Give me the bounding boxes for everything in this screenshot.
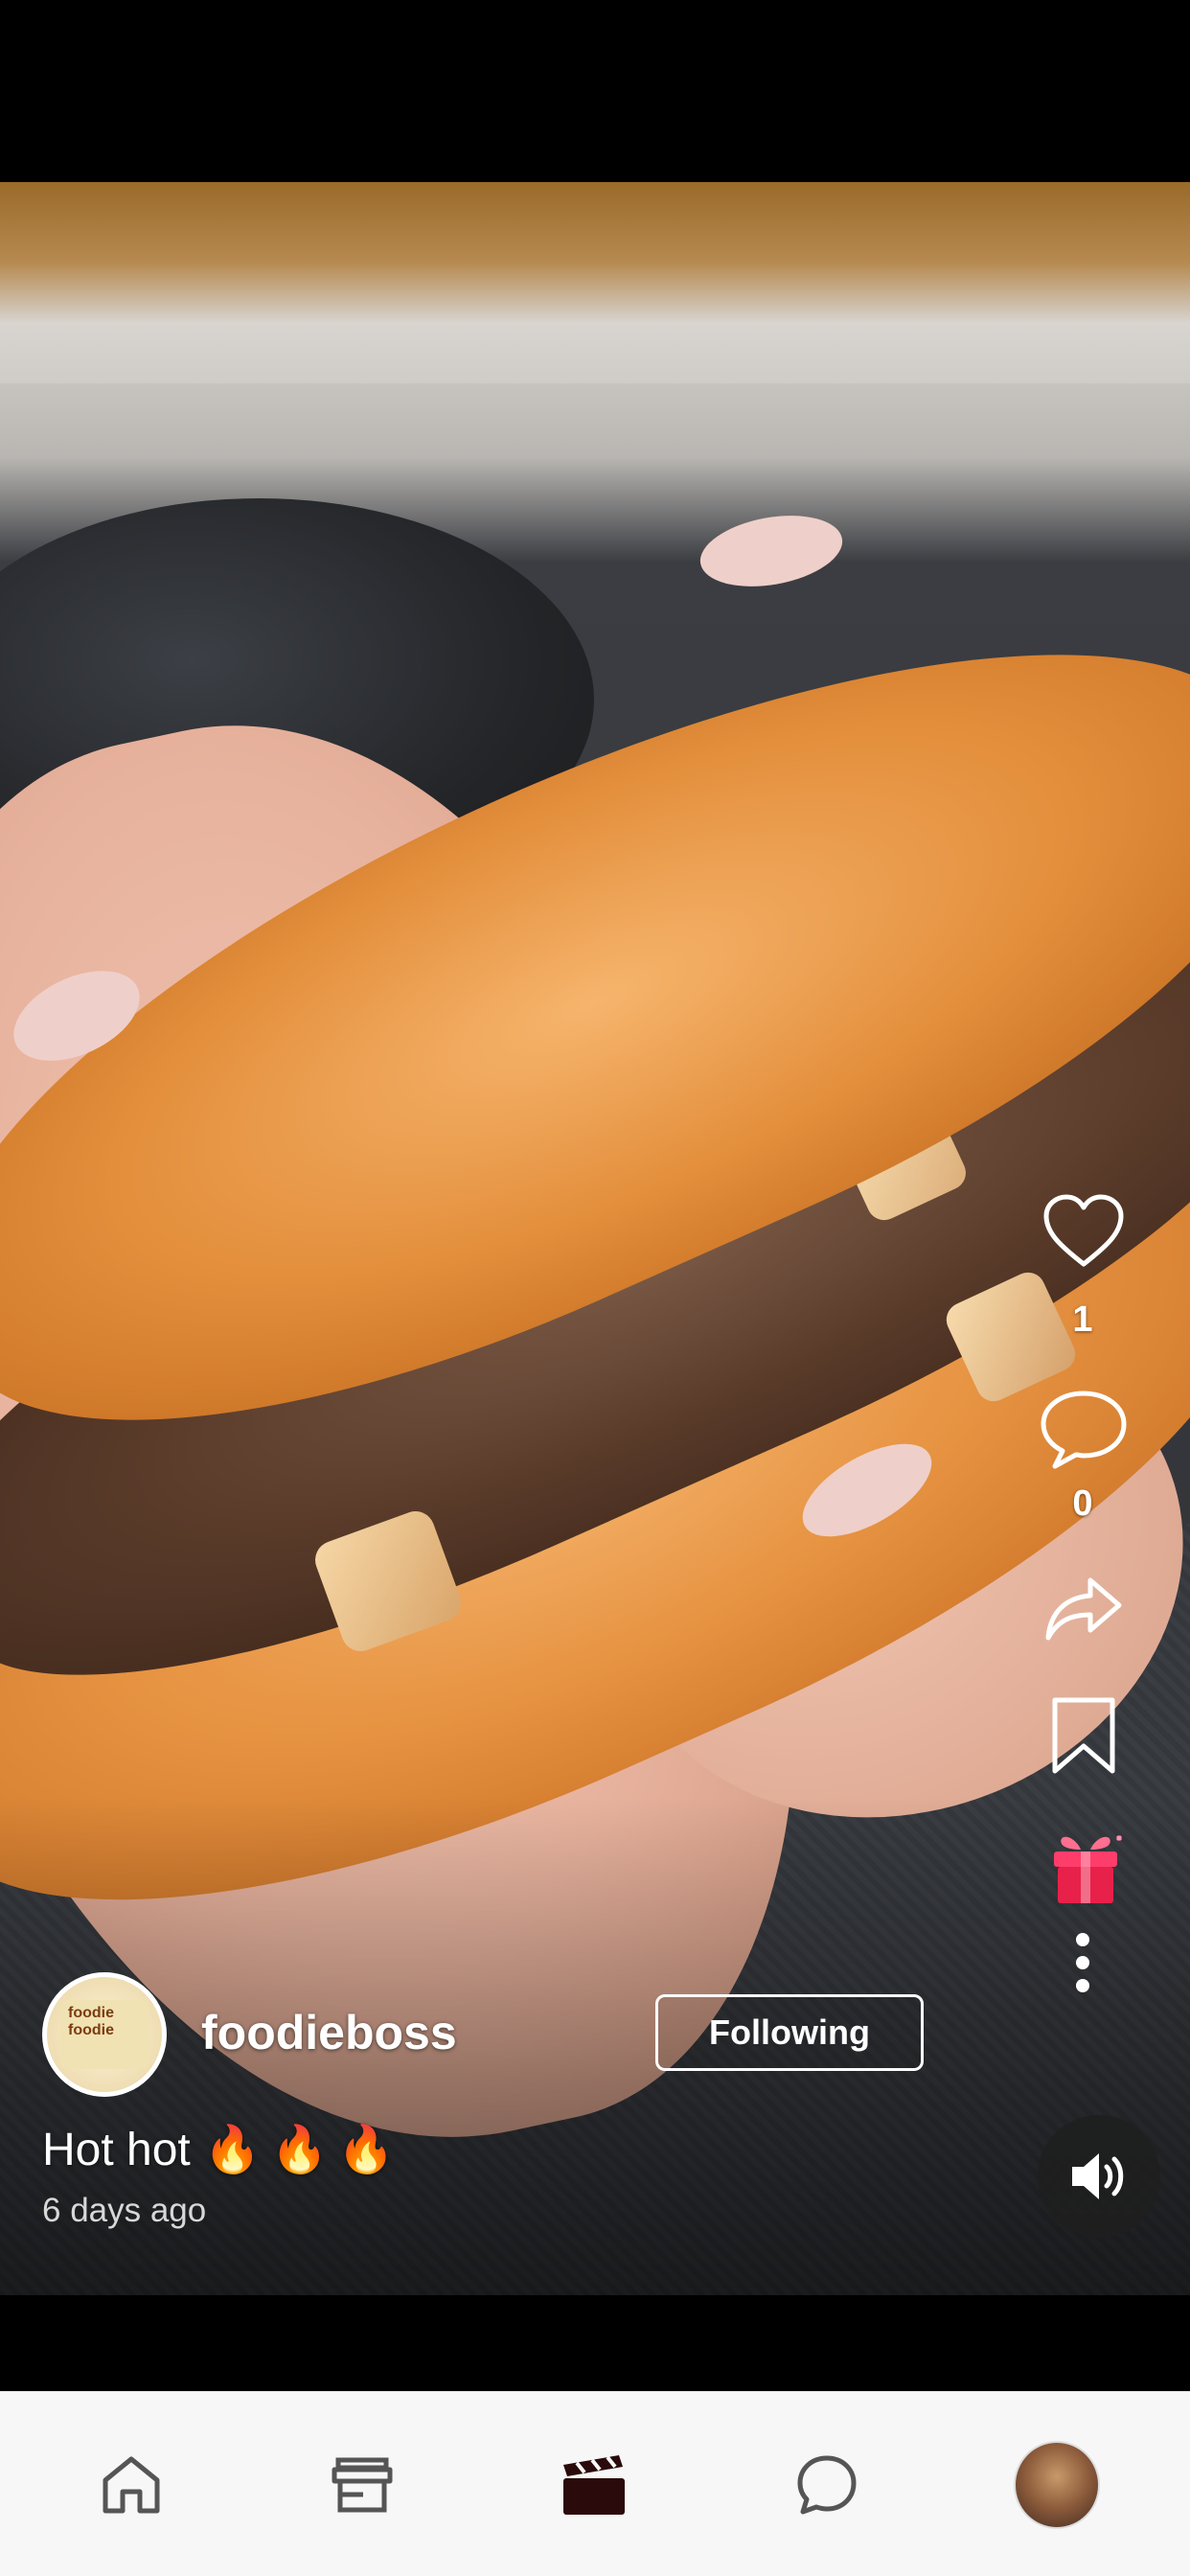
share-button[interactable]: [1044, 1576, 1123, 1644]
store-icon: [332, 2457, 393, 2513]
bookmark-button[interactable]: [1049, 1696, 1118, 1775]
comment-button[interactable]: [1038, 1388, 1130, 1470]
author-username[interactable]: foodieboss: [201, 2005, 457, 2060]
video-player[interactable]: [0, 182, 1190, 2295]
caption-emoji: 🔥🔥🔥: [203, 2125, 405, 2175]
avatar-logo-text: foodie: [68, 2022, 114, 2038]
like-count: 1: [1072, 1300, 1093, 1340]
bookmark-icon: [1052, 1697, 1115, 1774]
like-button[interactable]: [1042, 1193, 1125, 1270]
nav-video[interactable]: [551, 2442, 637, 2528]
post-timestamp: 6 days ago: [42, 2192, 207, 2229]
post-caption: Hot hot 🔥🔥🔥: [42, 2122, 404, 2176]
screen: 1 0 foodie foodie foodieboss Following H…: [0, 0, 1190, 2576]
nav-store[interactable]: [319, 2442, 405, 2528]
gift-icon: [1054, 1834, 1123, 1903]
video-background: [0, 182, 1190, 383]
heart-icon: [1043, 1194, 1124, 1267]
home-icon: [103, 2456, 160, 2514]
profile-avatar: [1014, 2441, 1100, 2529]
video-fingernail: [695, 505, 848, 597]
nav-chat[interactable]: [784, 2442, 870, 2528]
bottom-nav: [0, 2391, 1190, 2576]
following-button[interactable]: Following: [655, 1994, 924, 2071]
comment-count: 0: [1072, 1484, 1093, 1524]
video-icon: [563, 2455, 625, 2515]
volume-button[interactable]: [1038, 2115, 1160, 2238]
more-icon: [1076, 1933, 1089, 1992]
avatar-logo-text: foodie: [68, 2005, 114, 2021]
chat-icon: [797, 2455, 857, 2515]
caption-text: Hot hot: [42, 2125, 191, 2175]
more-button[interactable]: [1064, 1932, 1102, 1993]
nav-profile[interactable]: [1014, 2441, 1100, 2529]
share-icon: [1045, 1577, 1122, 1641]
gift-button[interactable]: [1044, 1828, 1127, 1907]
nav-home[interactable]: [88, 2442, 174, 2528]
volume-icon: [1072, 2153, 1124, 2199]
author-avatar[interactable]: foodie foodie: [42, 1972, 167, 2097]
comment-icon: [1041, 1391, 1127, 1469]
